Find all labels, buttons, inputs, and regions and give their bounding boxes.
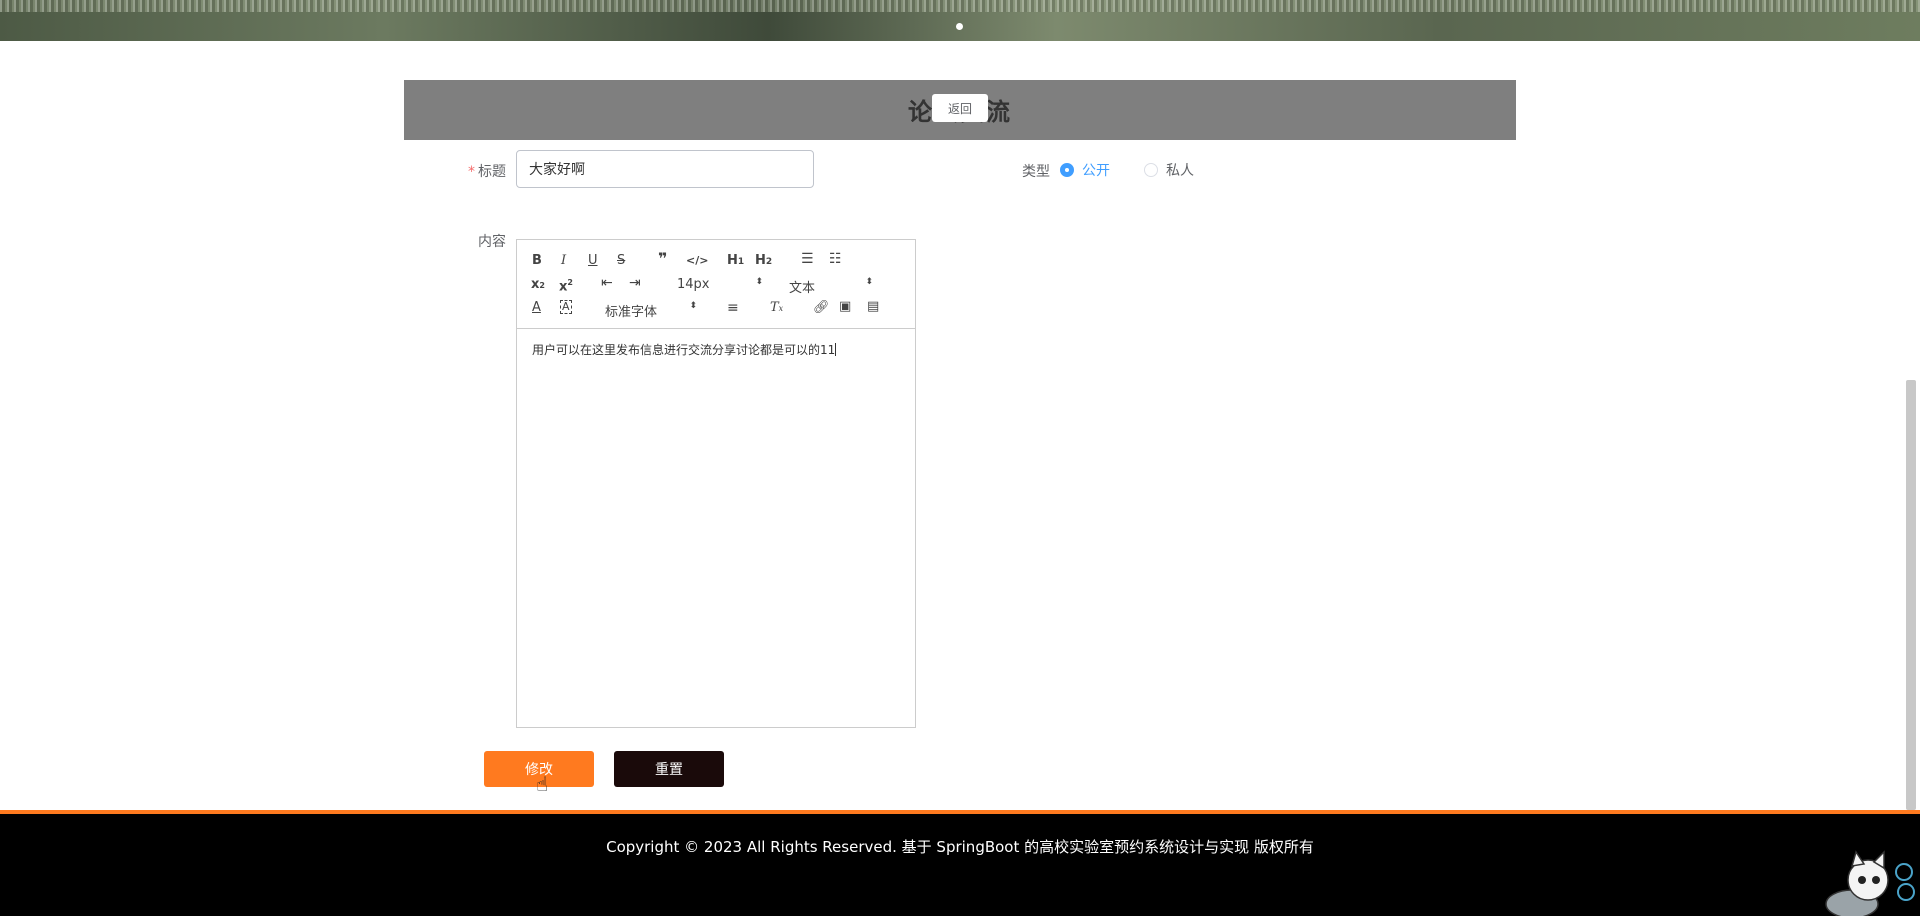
select-arrow-icon: ⬍ xyxy=(755,277,763,287)
indent-icon[interactable]: ⇥ xyxy=(629,275,641,291)
font-size-select[interactable]: 14px ⬍ xyxy=(677,277,763,292)
rich-text-editor: B I U S ❞ </> H1 H2 ☰ ☷ x2 x2 ⇤ ⇥ 14px ⬍… xyxy=(516,239,916,728)
text-caret xyxy=(835,343,837,356)
reset-button[interactable]: 重置 xyxy=(614,751,724,787)
bold-icon[interactable]: B xyxy=(532,253,542,269)
title-input[interactable] xyxy=(516,150,814,188)
radio-private[interactable]: 私人 xyxy=(1144,160,1194,180)
radio-private-circle[interactable] xyxy=(1144,163,1158,177)
blockquote-icon[interactable]: ❞ xyxy=(658,251,667,267)
radio-public[interactable]: 公开 xyxy=(1060,160,1110,180)
outdent-icon[interactable]: ⇤ xyxy=(601,275,613,291)
content-label: 内容 xyxy=(478,234,506,250)
bullet-list-icon[interactable]: ☷ xyxy=(829,251,842,267)
footer: Copyright © 2023 All Rights Reserved. 基于… xyxy=(0,814,1920,916)
radio-public-circle[interactable] xyxy=(1060,163,1074,177)
align-icon[interactable]: ≡ xyxy=(727,300,739,316)
editor-content-text[interactable]: 用户可以在这里发布信息进行交流分享讨论都是可以的11 xyxy=(532,343,835,357)
clear-format-icon[interactable]: Tx xyxy=(770,300,783,317)
font-color-icon[interactable]: A xyxy=(532,300,541,316)
carousel-indicator-dot[interactable] xyxy=(956,23,963,30)
radio-public-label[interactable]: 公开 xyxy=(1082,160,1110,180)
title-label: * 标题 xyxy=(466,161,506,181)
background-color-icon[interactable]: A xyxy=(560,300,572,314)
font-family-select[interactable]: 标准字体 ⬍ xyxy=(605,301,697,320)
italic-icon[interactable]: I xyxy=(561,253,566,269)
required-asterisk: * xyxy=(468,164,475,180)
link-icon[interactable]: 🔗︎ xyxy=(813,300,830,316)
editor-content[interactable]: 用户可以在这里发布信息进行交流分享讨论都是可以的11 xyxy=(517,329,915,370)
top-banner-carousel xyxy=(0,0,1920,41)
underline-icon[interactable]: U xyxy=(588,253,598,269)
back-button[interactable]: 返回 xyxy=(932,94,988,122)
footer-copyright: Copyright © 2023 All Rights Reserved. 基于… xyxy=(606,838,1314,856)
title-label-text: 标题 xyxy=(478,164,506,180)
block-type-value: 文本 xyxy=(789,281,816,296)
pointer-hand-icon: ☝ xyxy=(536,772,549,796)
radio-private-label[interactable]: 私人 xyxy=(1166,160,1194,180)
ordered-list-icon[interactable]: ☰ xyxy=(801,251,814,267)
mascot-cat-icon[interactable] xyxy=(1810,850,1920,916)
page-scrollbar[interactable] xyxy=(1906,380,1916,810)
type-radio-group: 公开 私人 xyxy=(1060,160,1228,180)
superscript-icon[interactable]: x2 xyxy=(559,275,573,295)
block-type-select[interactable]: 文本 ⬍ xyxy=(789,277,873,296)
editor-toolbar: B I U S ❞ </> H1 H2 ☰ ☷ x2 x2 ⇤ ⇥ 14px ⬍… xyxy=(517,240,915,329)
select-arrow-icon: ⬍ xyxy=(689,301,697,311)
font-family-value: 标准字体 xyxy=(605,305,658,320)
code-icon[interactable]: </> xyxy=(686,253,708,269)
font-size-value: 14px xyxy=(677,277,710,292)
type-label: 类型 xyxy=(1022,164,1050,180)
video-icon[interactable]: ▤ xyxy=(867,299,879,315)
image-icon[interactable]: ▣ xyxy=(839,299,851,315)
subscript-icon[interactable]: x2 xyxy=(531,277,545,294)
header2-icon[interactable]: H2 xyxy=(755,253,772,270)
header1-icon[interactable]: H1 xyxy=(727,253,744,270)
select-arrow-icon: ⬍ xyxy=(865,277,873,287)
strike-icon[interactable]: S xyxy=(617,253,625,269)
